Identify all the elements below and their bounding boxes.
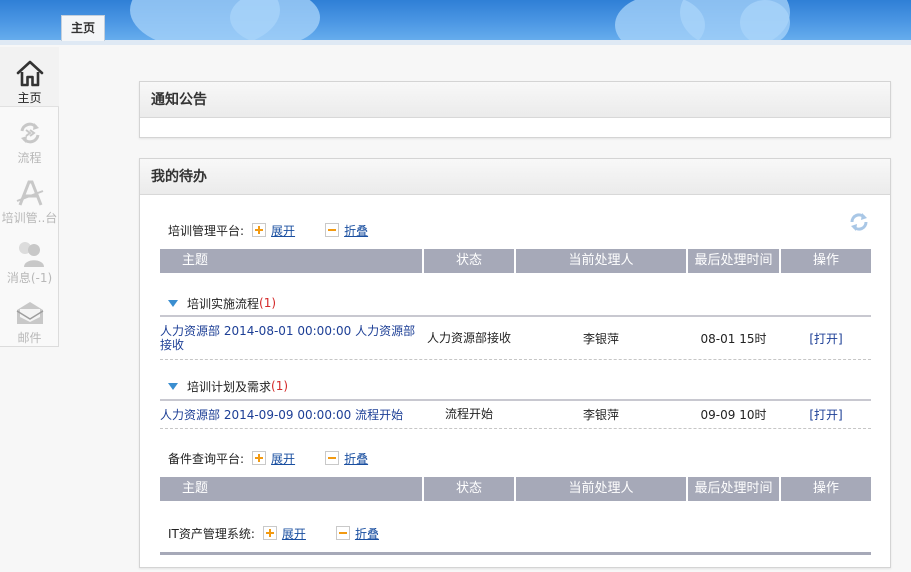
sidebar-item-home[interactable]: 主页 [0, 47, 59, 107]
sidebar: 主页 流程 培训管..台 消息(-1) 邮件 [0, 47, 59, 347]
platform-row: 培训管理平台: 展开 折叠 [168, 221, 368, 239]
table-header: 主题 状态 当前处理人 最后处理时间 操作 [160, 477, 871, 501]
collapse-button[interactable]: 折叠 [335, 525, 379, 542]
group-count: (1) [259, 296, 277, 310]
mail-icon [16, 302, 44, 324]
group-name: 培训实施流程 [187, 296, 260, 311]
open-link[interactable]: [打开] [781, 317, 871, 359]
collapse-label: 折叠 [344, 451, 369, 466]
plus-icon [262, 526, 277, 540]
table-row: 人力资源部 2014-09-09 00:00:00 流程开始 流程开始 李银萍 … [160, 399, 871, 429]
expand-label: 展开 [281, 526, 306, 541]
sidebar-item-label: 培训管..台 [1, 211, 58, 225]
platform-name: 培训管理平台: [168, 223, 245, 238]
tab-home[interactable]: 主页 [61, 15, 105, 41]
collapse-button[interactable]: 折叠 [325, 450, 368, 467]
sidebar-item-label: 消息(-1) [6, 271, 53, 285]
sidebar-item-messages[interactable]: 消息(-1) [0, 227, 59, 287]
notice-panel: 通知公告 [139, 81, 891, 138]
user-message-icon [19, 242, 44, 267]
platform-name: IT资产管理系统: [168, 526, 255, 541]
column-header-handler: 当前处理人 [516, 477, 686, 501]
column-header-time: 最后处理时间 [688, 477, 779, 501]
minus-icon [325, 451, 340, 465]
row-status: 人力资源部接收 [426, 330, 511, 345]
row-subject-link[interactable]: 人力资源部 2014-09-09 00:00:00 流程开始 [160, 401, 422, 428]
row-handler: 李银萍 [582, 331, 619, 346]
collapse-label: 折叠 [354, 526, 379, 541]
expand-label: 展开 [271, 223, 296, 238]
collapse-label: 折叠 [344, 223, 369, 238]
platform-row: IT资产管理系统: 展开 折叠 [168, 524, 379, 542]
row-time: 08-01 15时 [700, 331, 767, 346]
todo-panel-title: 我的待办 [140, 159, 890, 195]
row-subject-link[interactable]: 人力资源部 2014-08-01 00:00:00 人力资源部接收 [160, 317, 422, 359]
row-time: 09-09 10时 [700, 408, 767, 422]
expand-button[interactable]: 展开 [252, 450, 295, 467]
sidebar-item-label: 流程 [17, 151, 42, 165]
sidebar-item-training[interactable]: 培训管..台 [0, 167, 59, 227]
platform-name: 备件查询平台: [168, 451, 245, 466]
plus-icon [252, 223, 267, 237]
column-header-subject: 主题 [160, 477, 422, 501]
group-toggle[interactable]: 培训实施流程 (1) [168, 294, 276, 312]
column-header-time: 最后处理时间 [688, 249, 779, 273]
process-icon [20, 122, 40, 144]
column-header-subject: 主题 [160, 249, 422, 273]
platform-row: 备件查询平台: 展开 折叠 [168, 449, 368, 467]
home-icon [16, 60, 44, 87]
column-header-status: 状态 [424, 477, 514, 501]
banner-cloud [740, 0, 790, 42]
group-toggle[interactable]: 培训计划及需求 (1) [168, 377, 288, 395]
table-header-edge [160, 552, 871, 555]
minus-icon [325, 223, 340, 237]
expand-button[interactable]: 展开 [252, 222, 295, 239]
expand-label: 展开 [271, 451, 296, 466]
banner-cloud [230, 0, 320, 42]
banner-divider [0, 40, 911, 45]
group-count: (1) [271, 379, 289, 393]
minus-icon [335, 526, 350, 540]
plus-icon [252, 451, 267, 465]
collapse-button[interactable]: 折叠 [325, 222, 368, 239]
notice-panel-title: 通知公告 [140, 82, 890, 118]
caret-down-icon [168, 299, 178, 307]
sidebar-item-label: 邮件 [17, 331, 42, 345]
sidebar-item-label: 主页 [17, 91, 42, 105]
row-status: 流程开始 [444, 407, 493, 421]
caret-down-icon [168, 382, 178, 390]
expand-button[interactable]: 展开 [262, 525, 306, 542]
todo-panel: 我的待办 培训管理平台: 展开 折叠 主题 状态 当前处理人 最后处理时间 操作… [139, 158, 891, 568]
column-header-status: 状态 [424, 249, 514, 273]
sidebar-item-mail[interactable]: 邮件 [0, 287, 59, 347]
refresh-icon[interactable] [848, 211, 870, 233]
column-header-action: 操作 [781, 249, 871, 273]
column-header-action: 操作 [781, 477, 871, 501]
column-header-handler: 当前处理人 [516, 249, 686, 273]
training-icon [16, 180, 44, 206]
sidebar-item-process[interactable]: 流程 [0, 107, 59, 167]
open-link[interactable]: [打开] [781, 401, 871, 428]
top-banner [0, 0, 911, 42]
table-row: 人力资源部 2014-08-01 00:00:00 人力资源部接收 人力资源部接… [160, 315, 871, 360]
group-name: 培训计划及需求 [187, 379, 272, 394]
table-header: 主题 状态 当前处理人 最后处理时间 操作 [160, 249, 871, 273]
row-handler: 李银萍 [582, 408, 619, 422]
